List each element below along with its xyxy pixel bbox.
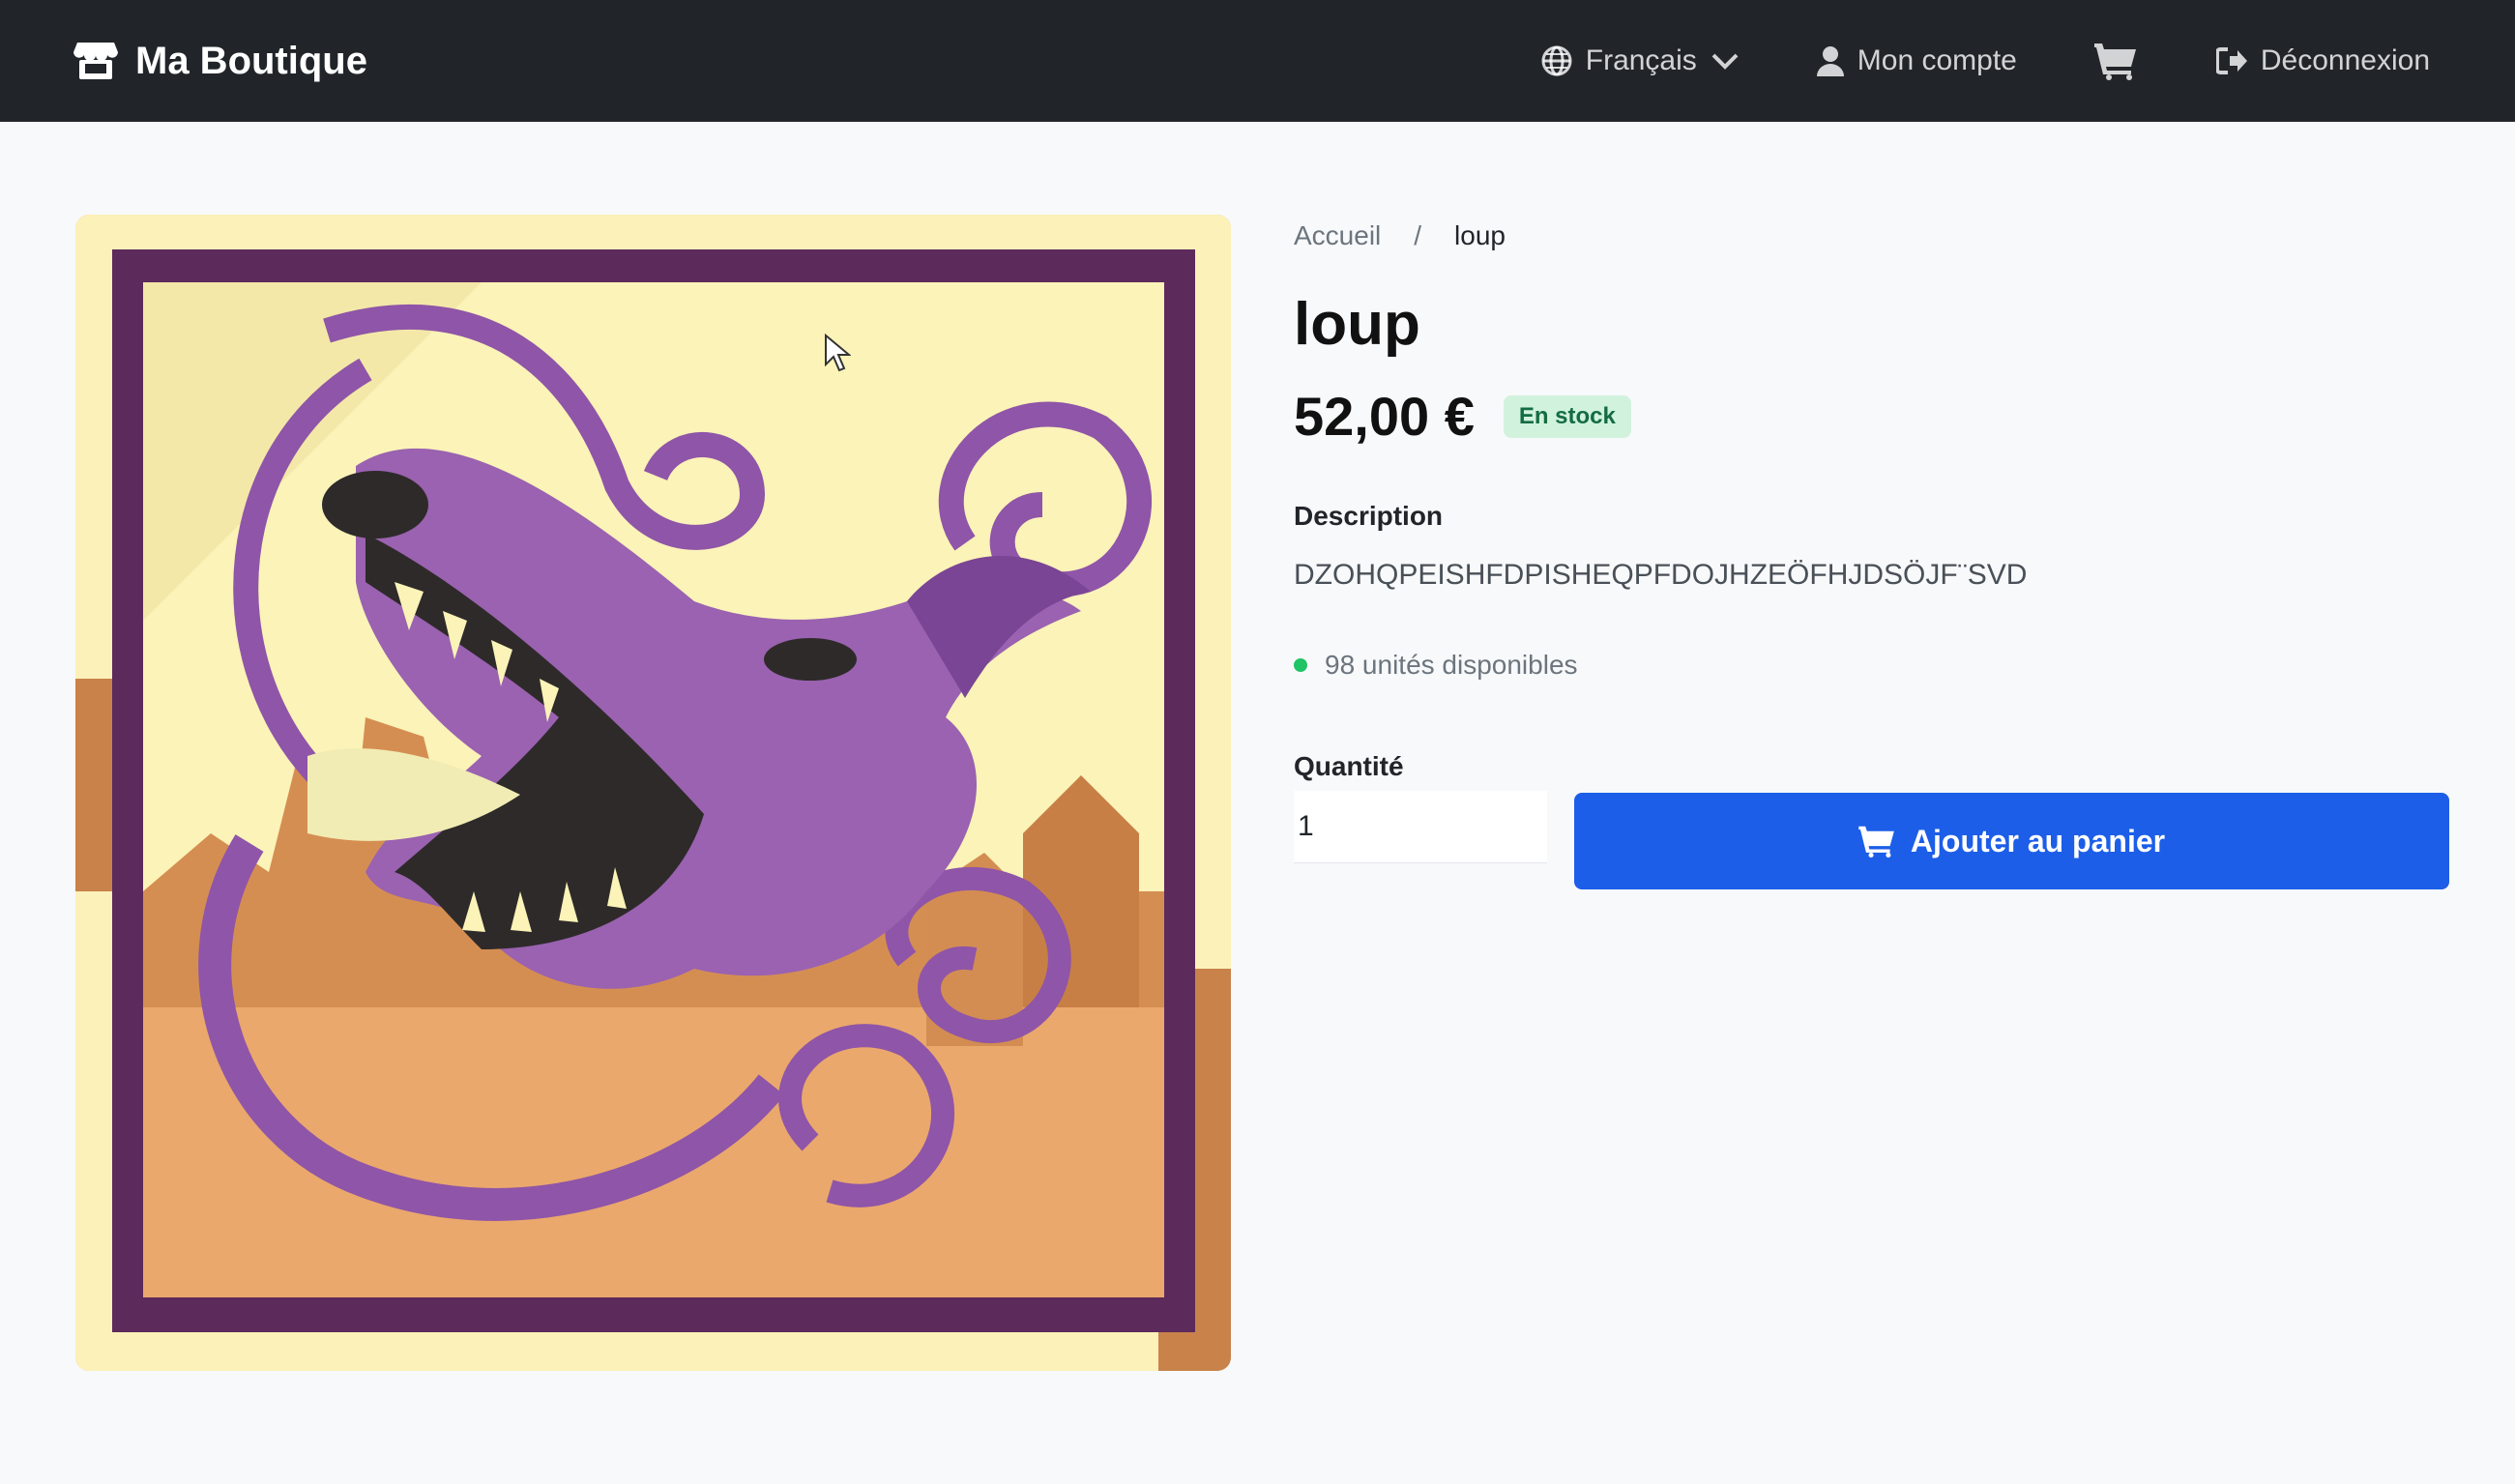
language-dropdown[interactable]: Français	[1541, 44, 1740, 77]
mouse-cursor-icon	[825, 334, 851, 372]
stock-badge: En stock	[1503, 394, 1631, 438]
description-text: DZOHQPEISHFDPISHEQPFDOJHZEÖFHJDSÖJF¨SVD	[1294, 559, 2028, 591]
globe-icon	[1541, 45, 1572, 76]
logout-label: Déconnexion	[2260, 44, 2430, 76]
quantity-label: Quantité	[1294, 751, 1404, 781]
stock-dot-icon	[1294, 658, 1307, 672]
cart-icon	[2093, 44, 2136, 80]
stock-text: 98 unités disponibles	[1325, 650, 1578, 680]
wolf-illustration	[75, 215, 1231, 1371]
add-to-cart-label: Ajouter au panier	[1910, 823, 2166, 858]
account-label: Mon compte	[1857, 44, 2017, 76]
breadcrumb-separator: /	[1414, 220, 1422, 250]
description-label: Description	[1294, 501, 1444, 531]
breadcrumb: Accueil / loup	[1294, 220, 1506, 251]
quantity-input[interactable]	[1294, 791, 1547, 862]
top-navbar: Ma Boutique Français Mon compte Déconnex…	[0, 0, 2515, 122]
language-label: Français	[1585, 44, 1697, 76]
product-price: 52,00 €	[1294, 386, 1475, 447]
chevron-down-icon	[1711, 53, 1739, 70]
logout-link[interactable]: Déconnexion	[2215, 44, 2430, 77]
logout-icon	[2215, 47, 2247, 74]
cart-link[interactable]	[2093, 42, 2137, 80]
product-title: loup	[1294, 291, 1420, 358]
store-icon	[73, 43, 118, 79]
breadcrumb-current: loup	[1454, 220, 1506, 250]
add-to-cart-button[interactable]: Ajouter au panier	[1574, 793, 2449, 889]
user-icon	[1816, 46, 1844, 76]
cart-icon	[1858, 826, 1894, 858]
brand-name: Ma Boutique	[135, 39, 367, 82]
breadcrumb-home[interactable]: Accueil	[1294, 220, 1381, 251]
navbar-actions: Français Mon compte Déconnexion	[1541, 0, 2430, 122]
product-image	[75, 215, 1231, 1371]
stock-availability: 98 unités disponibles	[1294, 650, 1578, 681]
brand-link[interactable]: Ma Boutique	[73, 0, 367, 122]
price-row: 52,00 € En stock	[1294, 385, 1631, 448]
account-link[interactable]: Mon compte	[1816, 44, 2017, 77]
